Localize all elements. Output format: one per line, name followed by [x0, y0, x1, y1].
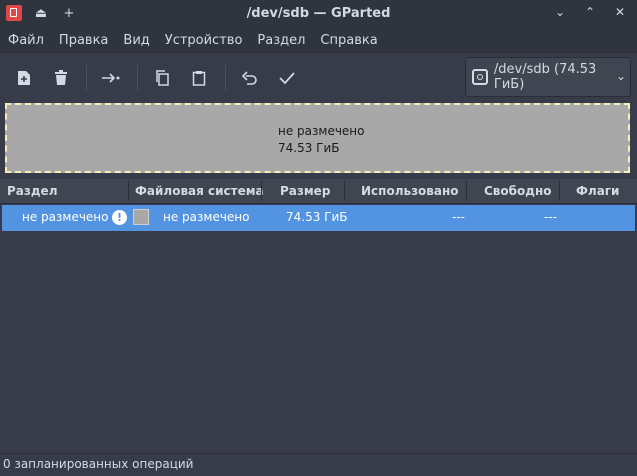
column-separator: [559, 181, 560, 201]
menu-edit[interactable]: Правка: [59, 33, 108, 48]
minimize-icon[interactable]: ⌄: [551, 5, 569, 19]
cell-size: 74.53 ГиБ: [286, 210, 348, 224]
table-row[interactable]: не размечено ! не размечено 74.53 ГиБ --…: [2, 205, 635, 231]
cell-used: ---: [452, 210, 465, 224]
column-separator: [261, 181, 262, 201]
cell-partition: не размечено: [22, 210, 109, 224]
delete-icon[interactable]: [50, 67, 72, 89]
column-size[interactable]: Размер: [280, 184, 330, 198]
window-title: /dev/sdb — GParted: [246, 6, 391, 21]
cell-free: ---: [544, 210, 557, 224]
disk-icon: [472, 69, 488, 85]
paste-icon[interactable]: [188, 67, 210, 89]
column-filesystem[interactable]: Файловая система: [135, 184, 264, 198]
resize-move-icon[interactable]: [100, 67, 122, 89]
cell-filesystem: не размечено: [163, 210, 250, 224]
toolbar-separator: [225, 65, 226, 91]
pending-operations-status: 0 запланированных операций: [3, 457, 194, 471]
column-free[interactable]: Свободно: [484, 184, 552, 198]
device-label: /dev/sdb (74.53 ГиБ): [493, 62, 597, 92]
menu-view[interactable]: Вид: [123, 33, 149, 48]
table-header: Раздел Файловая система Размер Использов…: [0, 179, 637, 204]
status-bar: 0 запланированных операций: [0, 453, 637, 476]
new-partition-icon[interactable]: [13, 67, 35, 89]
filesystem-color-swatch: [133, 209, 149, 225]
column-flags[interactable]: Флаги: [576, 184, 619, 198]
menu-device[interactable]: Устройство: [165, 33, 243, 48]
menu-partition[interactable]: Раздел: [257, 33, 305, 48]
column-partition[interactable]: Раздел: [7, 184, 57, 198]
menu-file[interactable]: Файл: [8, 33, 44, 48]
disk-map-unallocated[interactable]: не размечено 74.53 ГиБ: [5, 103, 630, 173]
maximize-icon[interactable]: ⌃: [581, 5, 599, 19]
menu-help[interactable]: Справка: [320, 33, 377, 48]
column-used[interactable]: Использовано: [361, 184, 459, 198]
toolbar: /dev/sdb (74.53 ГиБ) ⌄: [0, 52, 637, 101]
disk-map-size: 74.53 ГиБ: [278, 141, 340, 155]
column-separator: [128, 181, 129, 201]
column-separator: [344, 181, 345, 201]
menu-bar: Файл Правка Вид Устройство Раздел Справк…: [0, 28, 637, 52]
chevron-down-icon: ⌄: [615, 69, 626, 83]
copy-icon[interactable]: [151, 67, 173, 89]
device-selector[interactable]: /dev/sdb (74.53 ГиБ) ⌄: [465, 57, 631, 97]
undo-icon[interactable]: [239, 67, 261, 89]
title-bar: ⏏ + /dev/sdb — GParted ⌄ ⌃ ✕: [0, 0, 637, 28]
toolbar-separator: [137, 65, 138, 91]
disk-map-label: не размечено: [278, 124, 365, 138]
column-separator: [466, 181, 467, 201]
warning-icon: !: [112, 210, 127, 225]
close-icon[interactable]: ✕: [611, 5, 629, 19]
partition-table: Раздел Файловая система Размер Использов…: [0, 179, 637, 453]
apply-icon[interactable]: [276, 67, 298, 89]
toolbar-separator: [86, 65, 87, 91]
